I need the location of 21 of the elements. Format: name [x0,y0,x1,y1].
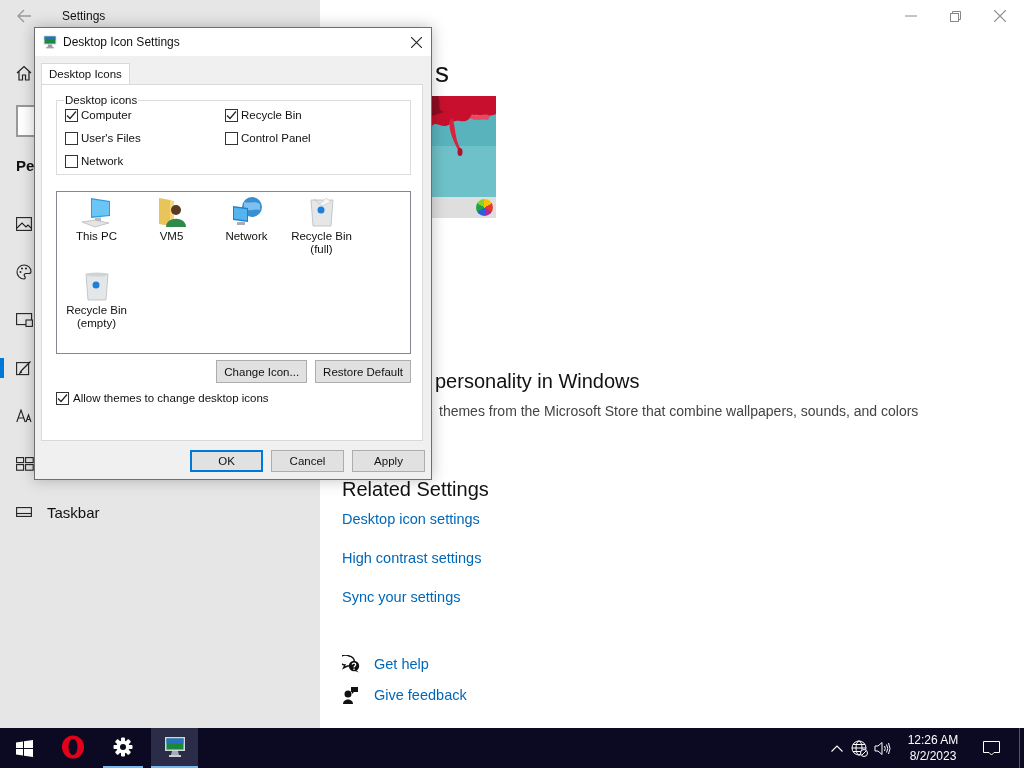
checkbox-label: Allow themes to change desktop icons [73,391,269,405]
icon-label: This PC [75,230,118,243]
icon-label: VM5 [158,230,185,243]
page-heading: s [435,56,449,90]
icon-label: Recycle Bin (full) [290,230,353,256]
checkbox-label: User's Files [81,131,141,145]
checkbox-label: Computer [81,108,132,122]
section-heading: Pe [16,156,35,176]
dialog-title: Desktop Icon Settings [63,35,180,49]
icon-label: Recycle Bin (empty) [65,304,128,330]
clock-date: 8/2/2023 [909,748,957,764]
clock-time: 12:26 AM [907,732,959,748]
description-text: themes from the Microsoft Store that combine wallpapers, sounds, and colors [439,402,919,421]
checkbox-label: Network [81,154,124,168]
section-heading: personality in Windows [435,369,640,394]
checkbox-label: Recycle Bin [241,108,302,122]
section-heading: Related Settings [342,477,489,502]
window-title: Settings [62,9,106,23]
icon-label: Network [224,230,269,243]
checkbox-label: Control Panel [241,131,311,145]
group-label: Desktop icons [64,94,139,106]
